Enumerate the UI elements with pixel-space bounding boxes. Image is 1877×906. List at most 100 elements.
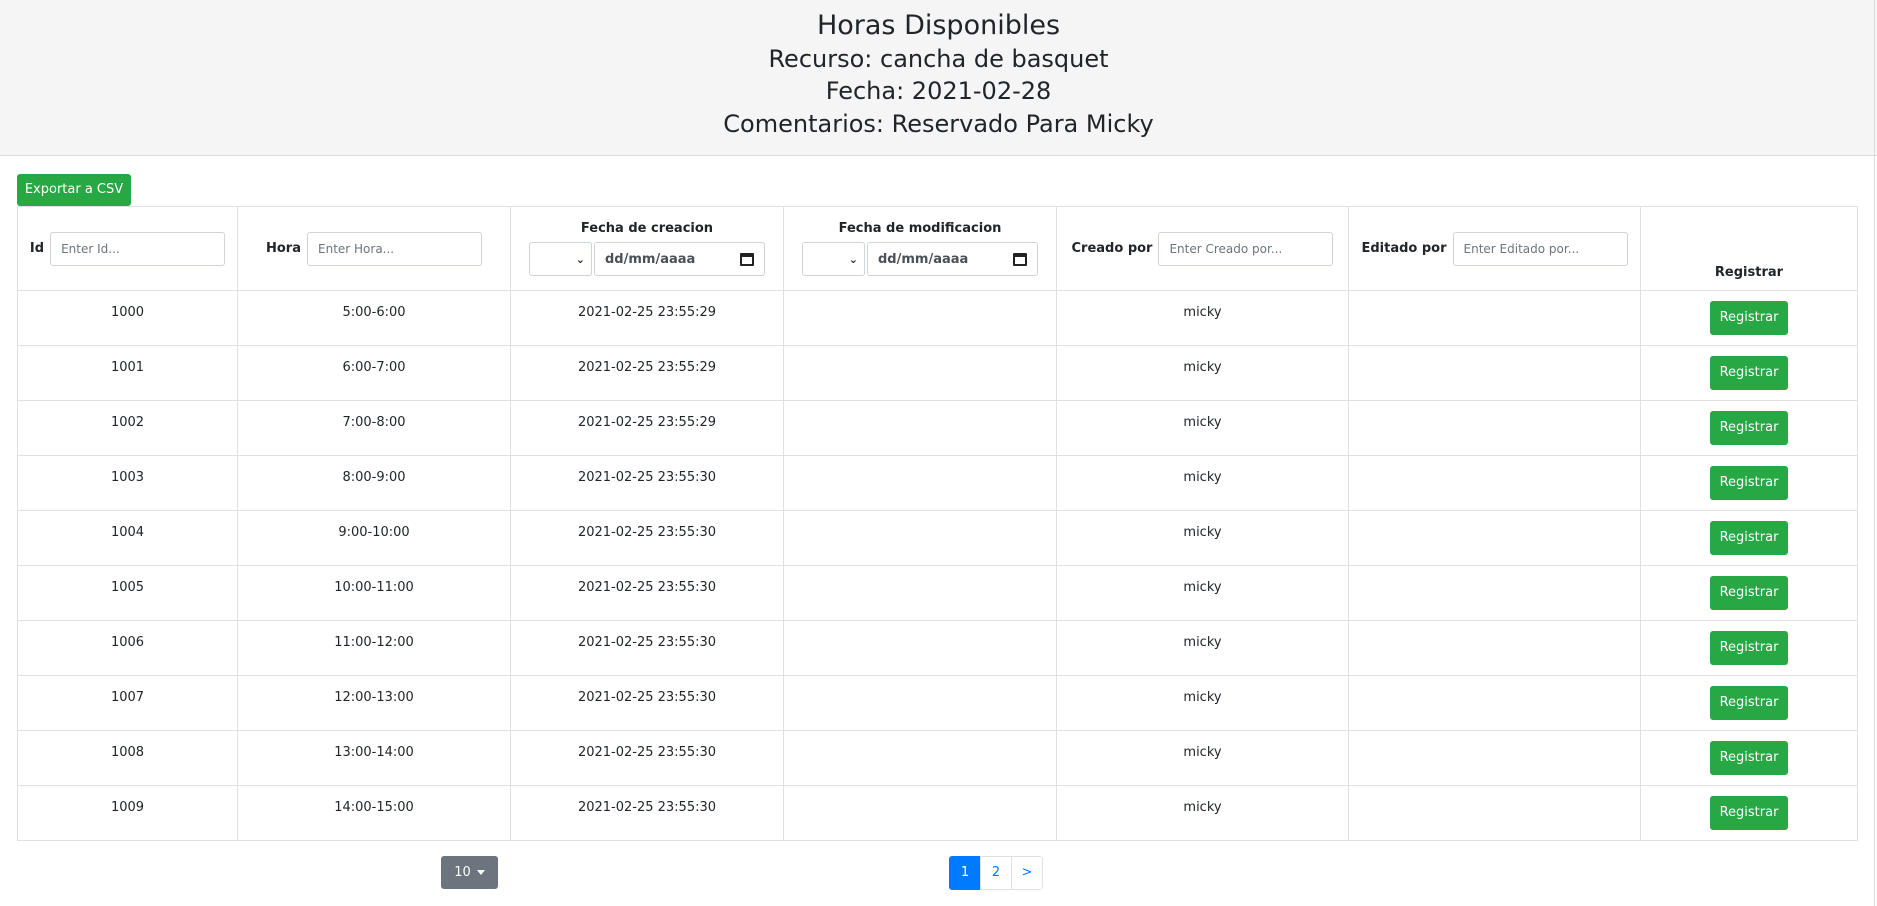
cell-fecha-creacion: 2021-02-25 23:55:30 — [510, 455, 784, 511]
cell-fecha-creacion: 2021-02-25 23:55:30 — [510, 620, 784, 676]
registrar-button[interactable]: Registrar — [1710, 741, 1788, 775]
registrar-button[interactable]: Registrar — [1710, 631, 1788, 665]
cell-fecha-modificacion — [783, 290, 1057, 346]
chevron-down-icon: ⌄ — [575, 252, 585, 266]
id-filter-input[interactable] — [50, 231, 226, 266]
registrar-button[interactable]: Registrar — [1710, 466, 1788, 500]
table-row: 1000 5:00-6:00 2021-02-25 23:55:29 micky… — [17, 290, 1858, 346]
column-label-fecha-creacion: Fecha de creacion — [580, 221, 714, 236]
cell-creado-por: micky — [1056, 620, 1349, 676]
cell-editado-por — [1348, 290, 1641, 346]
cell-fecha-creacion: 2021-02-25 23:55:29 — [510, 290, 784, 346]
cell-creado-por: micky — [1056, 565, 1349, 621]
table-row: 1005 10:00-11:00 2021-02-25 23:55:30 mic… — [17, 565, 1858, 621]
calendar-icon[interactable] — [1013, 252, 1027, 266]
page-title: Horas Disponibles — [816, 10, 1061, 41]
cell-id: 1000 — [17, 290, 238, 346]
cell-id: 1002 — [17, 400, 238, 456]
registrar-button[interactable]: Registrar — [1710, 301, 1788, 335]
cell-hora: 13:00-14:00 — [237, 730, 511, 786]
registrar-button[interactable]: Registrar — [1710, 521, 1788, 555]
table-row: 1006 11:00-12:00 2021-02-25 23:55:30 mic… — [17, 620, 1858, 676]
editado-por-filter-input[interactable] — [1452, 231, 1628, 266]
registrar-button[interactable]: Registrar — [1710, 576, 1788, 610]
table-row: 1009 14:00-15:00 2021-02-25 23:55:30 mic… — [17, 785, 1858, 841]
cell-editado-por — [1348, 400, 1641, 456]
column-label-creado-por: Creado por — [1071, 241, 1153, 256]
page-next-link[interactable]: > — [1011, 856, 1043, 890]
table-row: 1008 13:00-14:00 2021-02-25 23:55:30 mic… — [17, 730, 1858, 786]
comments-heading: Comentarios: Reservado Para Micky — [723, 110, 1154, 138]
caret-down-icon — [476, 870, 485, 875]
cell-creado-por: micky — [1056, 510, 1349, 566]
chevron-down-icon: ⌄ — [848, 252, 858, 266]
registrar-button[interactable]: Registrar — [1710, 686, 1788, 720]
creacion-comparator-select[interactable]: ⌄ — [529, 242, 592, 276]
cell-id: 1007 — [17, 675, 238, 731]
page-link-2[interactable]: 2 — [980, 856, 1012, 890]
cell-creado-por: micky — [1056, 455, 1349, 511]
column-header-editado-por: Editado por — [1348, 206, 1641, 291]
cell-editado-por — [1348, 675, 1641, 731]
page-header: Horas Disponibles Recurso: cancha de bas… — [0, 0, 1877, 156]
registrar-button[interactable]: Registrar — [1710, 411, 1788, 445]
page-size-dropdown[interactable]: 10 — [441, 856, 498, 889]
date-placeholder: dd/mm/aaaa — [605, 251, 696, 267]
cell-editado-por — [1348, 345, 1641, 401]
date-heading: Fecha: 2021-02-28 — [825, 77, 1052, 105]
cell-fecha-creacion: 2021-02-25 23:55:30 — [510, 675, 784, 731]
cell-creado-por: micky — [1056, 730, 1349, 786]
registrar-button[interactable]: Registrar — [1710, 796, 1788, 830]
column-label-fecha-modificacion: Fecha de modificacion — [838, 221, 1002, 236]
modificacion-date-input[interactable]: dd/mm/aaaa — [867, 242, 1038, 276]
table-row: 1001 6:00-7:00 2021-02-25 23:55:29 micky… — [17, 345, 1858, 401]
cell-hora: 6:00-7:00 — [237, 345, 511, 401]
cell-action: Registrar — [1640, 620, 1858, 676]
available-hours-table: Id Hora Fecha de creacion ⌄ dd/mm/aaaa — [17, 206, 1858, 841]
cell-creado-por: micky — [1056, 345, 1349, 401]
column-header-id: Id — [17, 206, 238, 291]
hora-filter-input[interactable] — [307, 231, 482, 266]
cell-action: Registrar — [1640, 785, 1858, 841]
page-size-value: 10 — [454, 865, 471, 880]
calendar-icon[interactable] — [740, 252, 754, 266]
modificacion-comparator-select[interactable]: ⌄ — [802, 242, 865, 276]
column-label-hora: Hora — [266, 241, 301, 256]
column-header-creado-por: Creado por — [1056, 206, 1349, 291]
cell-editado-por — [1348, 785, 1641, 841]
creacion-date-input[interactable]: dd/mm/aaaa — [594, 242, 765, 276]
column-header-fecha-modificacion: Fecha de modificacion ⌄ dd/mm/aaaa — [783, 206, 1057, 291]
cell-hora: 11:00-12:00 — [237, 620, 511, 676]
cell-fecha-modificacion — [783, 455, 1057, 511]
cell-fecha-modificacion — [783, 510, 1057, 566]
cell-fecha-modificacion — [783, 565, 1057, 621]
cell-fecha-modificacion — [783, 345, 1057, 401]
cell-action: Registrar — [1640, 455, 1858, 511]
creado-por-filter-input[interactable] — [1158, 231, 1334, 266]
cell-action: Registrar — [1640, 565, 1858, 621]
cell-id: 1001 — [17, 345, 238, 401]
cell-fecha-creacion: 2021-02-25 23:55:30 — [510, 730, 784, 786]
table-row: 1004 9:00-10:00 2021-02-25 23:55:30 mick… — [17, 510, 1858, 566]
cell-hora: 9:00-10:00 — [237, 510, 511, 566]
cell-id: 1005 — [17, 565, 238, 621]
cell-id: 1004 — [17, 510, 238, 566]
page-link-1[interactable]: 1 — [949, 856, 981, 890]
table-row: 1002 7:00-8:00 2021-02-25 23:55:29 micky… — [17, 400, 1858, 456]
cell-hora: 10:00-11:00 — [237, 565, 511, 621]
cell-action: Registrar — [1640, 730, 1858, 786]
cell-fecha-modificacion — [783, 400, 1057, 456]
cell-fecha-creacion: 2021-02-25 23:55:30 — [510, 510, 784, 566]
cell-action: Registrar — [1640, 675, 1858, 731]
cell-fecha-modificacion — [783, 675, 1057, 731]
cell-editado-por — [1348, 730, 1641, 786]
cell-creado-por: micky — [1056, 400, 1349, 456]
registrar-button[interactable]: Registrar — [1710, 356, 1788, 390]
cell-fecha-modificacion — [783, 620, 1057, 676]
cell-id: 1009 — [17, 785, 238, 841]
export-csv-button[interactable]: Exportar a CSV — [17, 174, 131, 206]
cell-hora: 5:00-6:00 — [237, 290, 511, 346]
table-row: 1007 12:00-13:00 2021-02-25 23:55:30 mic… — [17, 675, 1858, 731]
cell-fecha-creacion: 2021-02-25 23:55:30 — [510, 785, 784, 841]
column-header-registrar: Registrar — [1640, 206, 1858, 291]
